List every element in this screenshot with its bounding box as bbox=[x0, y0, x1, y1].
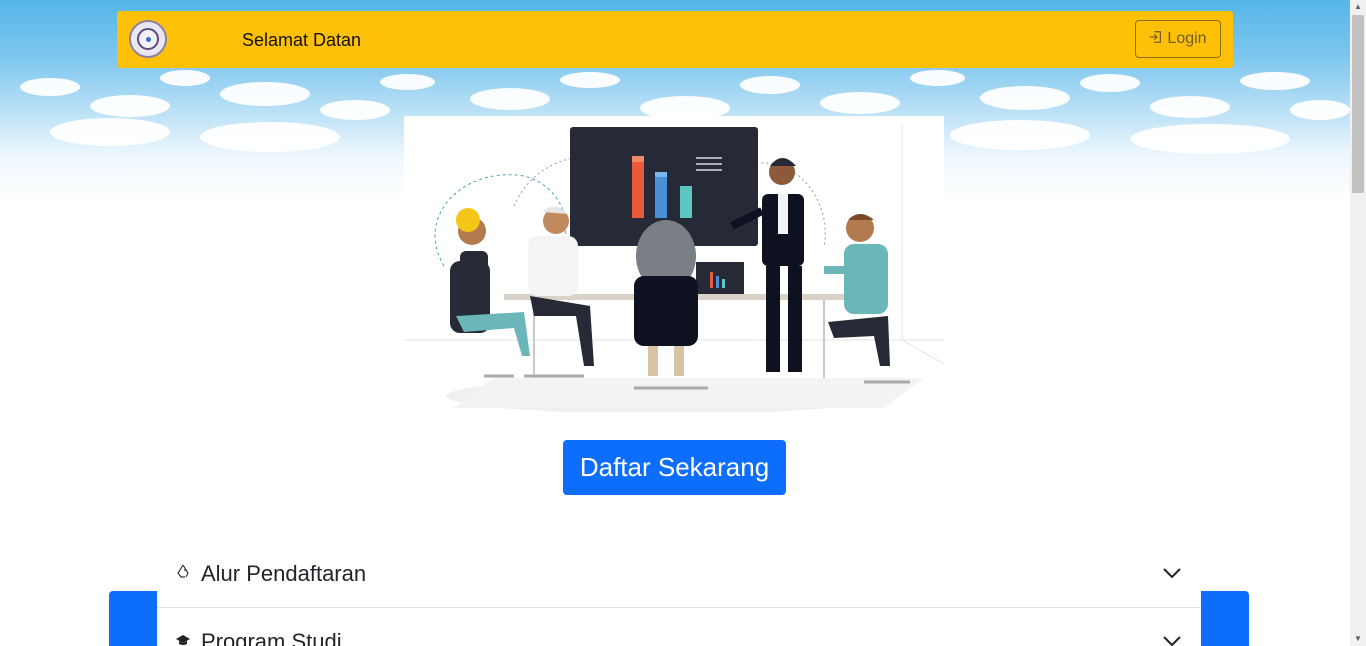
login-label: Login bbox=[1167, 30, 1207, 47]
page: Selamat Datan Login Daftar Sekarang Alur… bbox=[0, 0, 1366, 646]
chevron-down-icon bbox=[1163, 634, 1181, 646]
institution-logo[interactable] bbox=[129, 20, 167, 58]
page-scrollbar[interactable]: ▲ ▼ bbox=[1350, 0, 1366, 646]
recycle-icon bbox=[175, 563, 197, 584]
hero-illustration bbox=[404, 116, 945, 414]
scrollbar-thumb[interactable] bbox=[1352, 15, 1364, 193]
chevron-down-icon bbox=[1163, 566, 1181, 584]
login-button[interactable]: Login bbox=[1135, 20, 1221, 58]
graduation-cap-icon bbox=[175, 632, 197, 646]
register-now-button[interactable]: Daftar Sekarang bbox=[563, 440, 786, 495]
welcome-marquee: Selamat Datan bbox=[242, 30, 362, 50]
accordion-item-program-studi[interactable]: Program Studi bbox=[157, 608, 1201, 646]
info-accordion: Alur Pendaftaran Program Studi bbox=[157, 540, 1201, 646]
accordion-item-alur-pendaftaran[interactable]: Alur Pendaftaran bbox=[157, 540, 1201, 608]
accordion-label: Alur Pendaftaran bbox=[201, 560, 367, 586]
login-icon bbox=[1149, 30, 1163, 49]
scroll-up-arrow-icon[interactable]: ▲ bbox=[1354, 3, 1362, 11]
accordion-label: Program Studi bbox=[201, 629, 342, 646]
scroll-down-arrow-icon[interactable]: ▼ bbox=[1354, 635, 1362, 643]
top-navbar: Selamat Datan Login bbox=[117, 11, 1233, 68]
